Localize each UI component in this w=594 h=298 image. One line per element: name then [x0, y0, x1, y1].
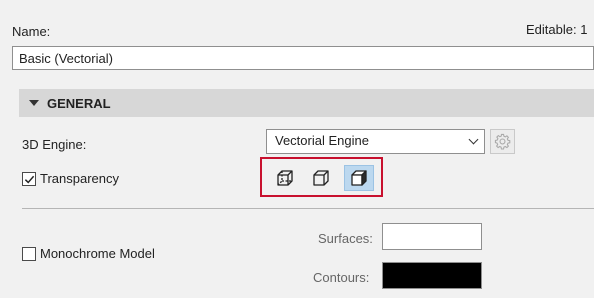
chevron-down-icon: [468, 134, 479, 145]
wireframe-cube-icon: [277, 170, 293, 186]
surfaces-label: Surfaces:: [318, 231, 373, 246]
hidden-line-cube-icon: [313, 170, 329, 186]
general-section-header[interactable]: GENERAL: [19, 89, 594, 117]
engine-label: 3D Engine:: [22, 137, 87, 152]
surfaces-color-swatch[interactable]: [382, 223, 482, 250]
hidden-line-mode-button[interactable]: [306, 165, 336, 191]
name-input[interactable]: Basic (Vectorial): [12, 46, 594, 70]
monochrome-checkbox[interactable]: [22, 247, 36, 261]
divider: [22, 208, 594, 209]
gear-icon: [494, 133, 511, 150]
name-label: Name:: [12, 24, 51, 39]
checkmark-icon: [24, 175, 34, 183]
monochrome-label: Monochrome Model: [40, 246, 155, 261]
collapse-triangle-icon: [29, 100, 39, 106]
section-title: GENERAL: [47, 95, 111, 111]
engine-settings-button[interactable]: [490, 129, 515, 154]
transparency-label: Transparency: [40, 171, 119, 186]
engine-select[interactable]: Vectorial Engine: [266, 129, 485, 154]
shaded-mode-button[interactable]: [344, 165, 374, 191]
engine-select-value: Vectorial Engine: [275, 133, 369, 148]
transparency-checkbox[interactable]: [22, 172, 36, 186]
shaded-cube-icon: [351, 170, 367, 186]
editable-label: Editable: 1: [526, 22, 588, 37]
wireframe-mode-button[interactable]: [270, 165, 300, 191]
display-mode-group: [260, 157, 383, 197]
contours-label: Contours:: [313, 270, 370, 285]
contours-color-swatch[interactable]: [382, 262, 482, 289]
